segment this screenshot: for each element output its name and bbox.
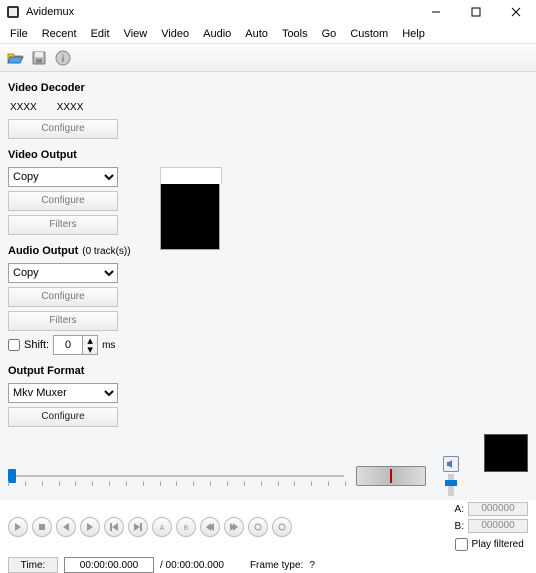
shift-down-icon[interactable]: ▾: [83, 345, 97, 354]
frame-type-label: Frame type:: [250, 560, 303, 571]
menu-custom[interactable]: Custom: [344, 26, 394, 42]
output-format-select[interactable]: Mkv Muxer: [8, 383, 118, 403]
audio-output-select[interactable]: Copy: [8, 263, 118, 283]
frame-type-value: ?: [309, 560, 315, 571]
jog-wheel[interactable]: [356, 466, 426, 486]
audio-output-title: Audio Output: [8, 245, 78, 257]
output-format-configure-button[interactable]: Configure: [8, 407, 118, 427]
volume-icon[interactable]: [443, 456, 459, 472]
menu-auto[interactable]: Auto: [239, 26, 274, 42]
menu-edit[interactable]: Edit: [85, 26, 116, 42]
video-output-configure-button[interactable]: Configure: [8, 191, 118, 211]
ms-label: ms: [102, 340, 115, 351]
prev-keyframe-button[interactable]: [104, 517, 124, 537]
video-output-select[interactable]: Copy: [8, 167, 118, 187]
close-button[interactable]: [496, 0, 536, 24]
svg-text:A: A: [160, 525, 165, 531]
decoder-x1: XXXX: [10, 102, 37, 113]
goto-end-button[interactable]: [224, 517, 244, 537]
set-b-button[interactable]: B: [176, 517, 196, 537]
audio-output-configure-button[interactable]: Configure: [8, 287, 118, 307]
maximize-button[interactable]: [456, 0, 496, 24]
volume-slider[interactable]: [448, 474, 454, 496]
bottom-panel: A B A: 000000 B: 000000 Play filtered Ti…: [0, 452, 536, 500]
menu-audio[interactable]: Audio: [197, 26, 237, 42]
menu-view[interactable]: View: [118, 26, 154, 42]
toolbar: i: [0, 44, 536, 72]
prev-black-button[interactable]: [248, 517, 268, 537]
menu-help[interactable]: Help: [396, 26, 431, 42]
menu-recent[interactable]: Recent: [36, 26, 83, 42]
play-filtered-label: Play filtered: [472, 539, 524, 550]
decoder-x2: XXXX: [57, 102, 84, 113]
shift-checkbox[interactable]: [8, 339, 20, 351]
next-black-button[interactable]: [272, 517, 292, 537]
menu-video[interactable]: Video: [155, 26, 195, 42]
video-output-title: Video Output: [8, 149, 152, 161]
b-value: 000000: [468, 519, 528, 533]
prev-frame-button[interactable]: [56, 517, 76, 537]
side-panel: Video Decoder XXXX XXXX Configure Video …: [0, 72, 160, 452]
decoder-info: XXXX XXXX: [8, 100, 152, 119]
play-button[interactable]: [8, 517, 28, 537]
next-frame-button[interactable]: [80, 517, 100, 537]
shift-spinner[interactable]: ▴ ▾: [53, 335, 98, 355]
menu-go[interactable]: Go: [316, 26, 343, 42]
timeline-slider[interactable]: [8, 465, 346, 487]
open-button[interactable]: [4, 47, 26, 69]
a-label: A:: [455, 504, 464, 515]
video-output-filters-button[interactable]: Filters: [8, 215, 118, 235]
next-keyframe-button[interactable]: [128, 517, 148, 537]
shift-label: Shift:: [24, 339, 49, 351]
info-button[interactable]: i: [52, 47, 74, 69]
app-icon: [6, 5, 20, 19]
time-label: Time:: [8, 557, 58, 573]
video-preview: [160, 182, 220, 250]
audio-output-header: Audio Output (0 track(s)): [8, 245, 152, 257]
video-decoder-title: Video Decoder: [8, 82, 152, 94]
goto-start-button[interactable]: [200, 517, 220, 537]
svg-text:i: i: [62, 54, 64, 65]
a-value: 000000: [468, 502, 528, 516]
preview-area: [160, 72, 536, 452]
main-area: Video Decoder XXXX XXXX Configure Video …: [0, 72, 536, 452]
audio-tracks-count: (0 track(s)): [82, 246, 130, 257]
menu-tools[interactable]: Tools: [276, 26, 314, 42]
menubar: File Recent Edit View Video Audio Auto T…: [0, 24, 536, 44]
stop-button[interactable]: [32, 517, 52, 537]
shift-value[interactable]: [54, 336, 82, 354]
time-total: / 00:00:00.000: [160, 560, 224, 571]
output-format-title: Output Format: [8, 365, 152, 377]
menu-file[interactable]: File: [4, 26, 34, 42]
play-filtered-checkbox[interactable]: [455, 538, 468, 551]
window-title: Avidemux: [26, 6, 74, 18]
b-label: B:: [455, 521, 464, 532]
video-decoder-configure-button[interactable]: Configure: [8, 119, 118, 139]
audio-output-filters-button[interactable]: Filters: [8, 311, 118, 331]
set-a-button[interactable]: A: [152, 517, 172, 537]
save-button[interactable]: [28, 47, 50, 69]
minimize-button[interactable]: [416, 0, 456, 24]
svg-text:B: B: [184, 525, 189, 531]
time-value[interactable]: 00:00:00.000: [64, 557, 154, 573]
shift-row: Shift: ▴ ▾ ms: [8, 335, 152, 355]
titlebar: Avidemux: [0, 0, 536, 24]
